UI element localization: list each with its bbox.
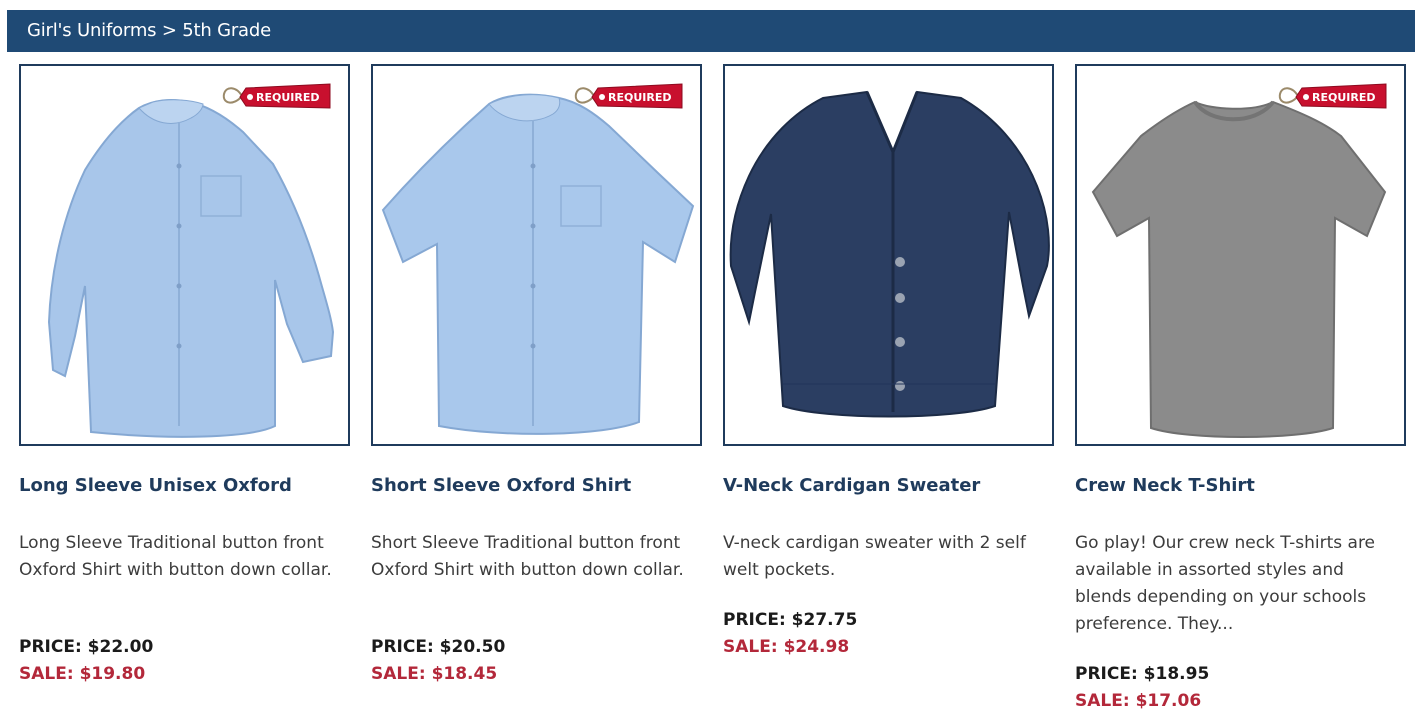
product-card[interactable]: REQUIRED Long Sleeve Unisex Oxford Long … [19,64,350,684]
product-description: Long Sleeve Traditional button front Oxf… [19,533,332,580]
product-description: Go play! Our crew neck T-shirts are avai… [1075,533,1376,634]
product-image[interactable]: REQUIRED [371,64,702,446]
product-price: PRICE: $22.00 [19,637,154,657]
cardigan-image [729,90,1050,418]
product-title[interactable]: V-Neck Cardigan Sweater [723,475,1063,496]
required-tag-icon: REQUIRED [1278,83,1387,109]
product-price: PRICE: $20.50 [371,637,506,657]
product-sale-price: SALE: $17.06 [1075,691,1202,711]
product-sale-price: SALE: $24.98 [723,637,850,657]
product-title[interactable]: Long Sleeve Unisex Oxford [19,475,359,496]
required-tag-text: REQUIRED [608,91,671,104]
required-tag-icon: REQUIRED [222,83,331,109]
required-tag-icon: REQUIRED [574,83,683,109]
t-shirt-image [1091,100,1387,438]
breadcrumb[interactable]: Girl's Uniforms > 5th Grade [7,10,1415,52]
product-description: Short Sleeve Traditional button front Ox… [371,533,684,580]
product-card[interactable]: REQUIRED Short Sleeve Oxford Shirt Short… [371,64,702,684]
product-title[interactable]: Crew Neck T-Shirt [1075,475,1415,496]
product-sale-price: SALE: $18.45 [371,664,498,684]
product-description: V-neck cardigan sweater with 2 self welt… [723,533,1026,580]
long-sleeve-shirt-image [47,99,335,438]
product-card[interactable]: REQUIRED Crew Neck T-Shirt Go play! Our … [1075,64,1406,711]
product-sale-price: SALE: $19.80 [19,664,146,684]
required-tag-text: REQUIRED [1312,91,1375,104]
product-card[interactable]: V-Neck Cardigan Sweater V-neck cardigan … [723,64,1054,657]
short-sleeve-shirt-image [381,93,695,435]
product-price: PRICE: $18.95 [1075,664,1210,684]
product-price: PRICE: $27.75 [723,610,858,630]
product-image[interactable]: REQUIRED [19,64,350,446]
required-tag-text: REQUIRED [256,91,319,104]
product-title[interactable]: Short Sleeve Oxford Shirt [371,475,711,496]
product-image[interactable] [723,64,1054,446]
product-image[interactable]: REQUIRED [1075,64,1406,446]
